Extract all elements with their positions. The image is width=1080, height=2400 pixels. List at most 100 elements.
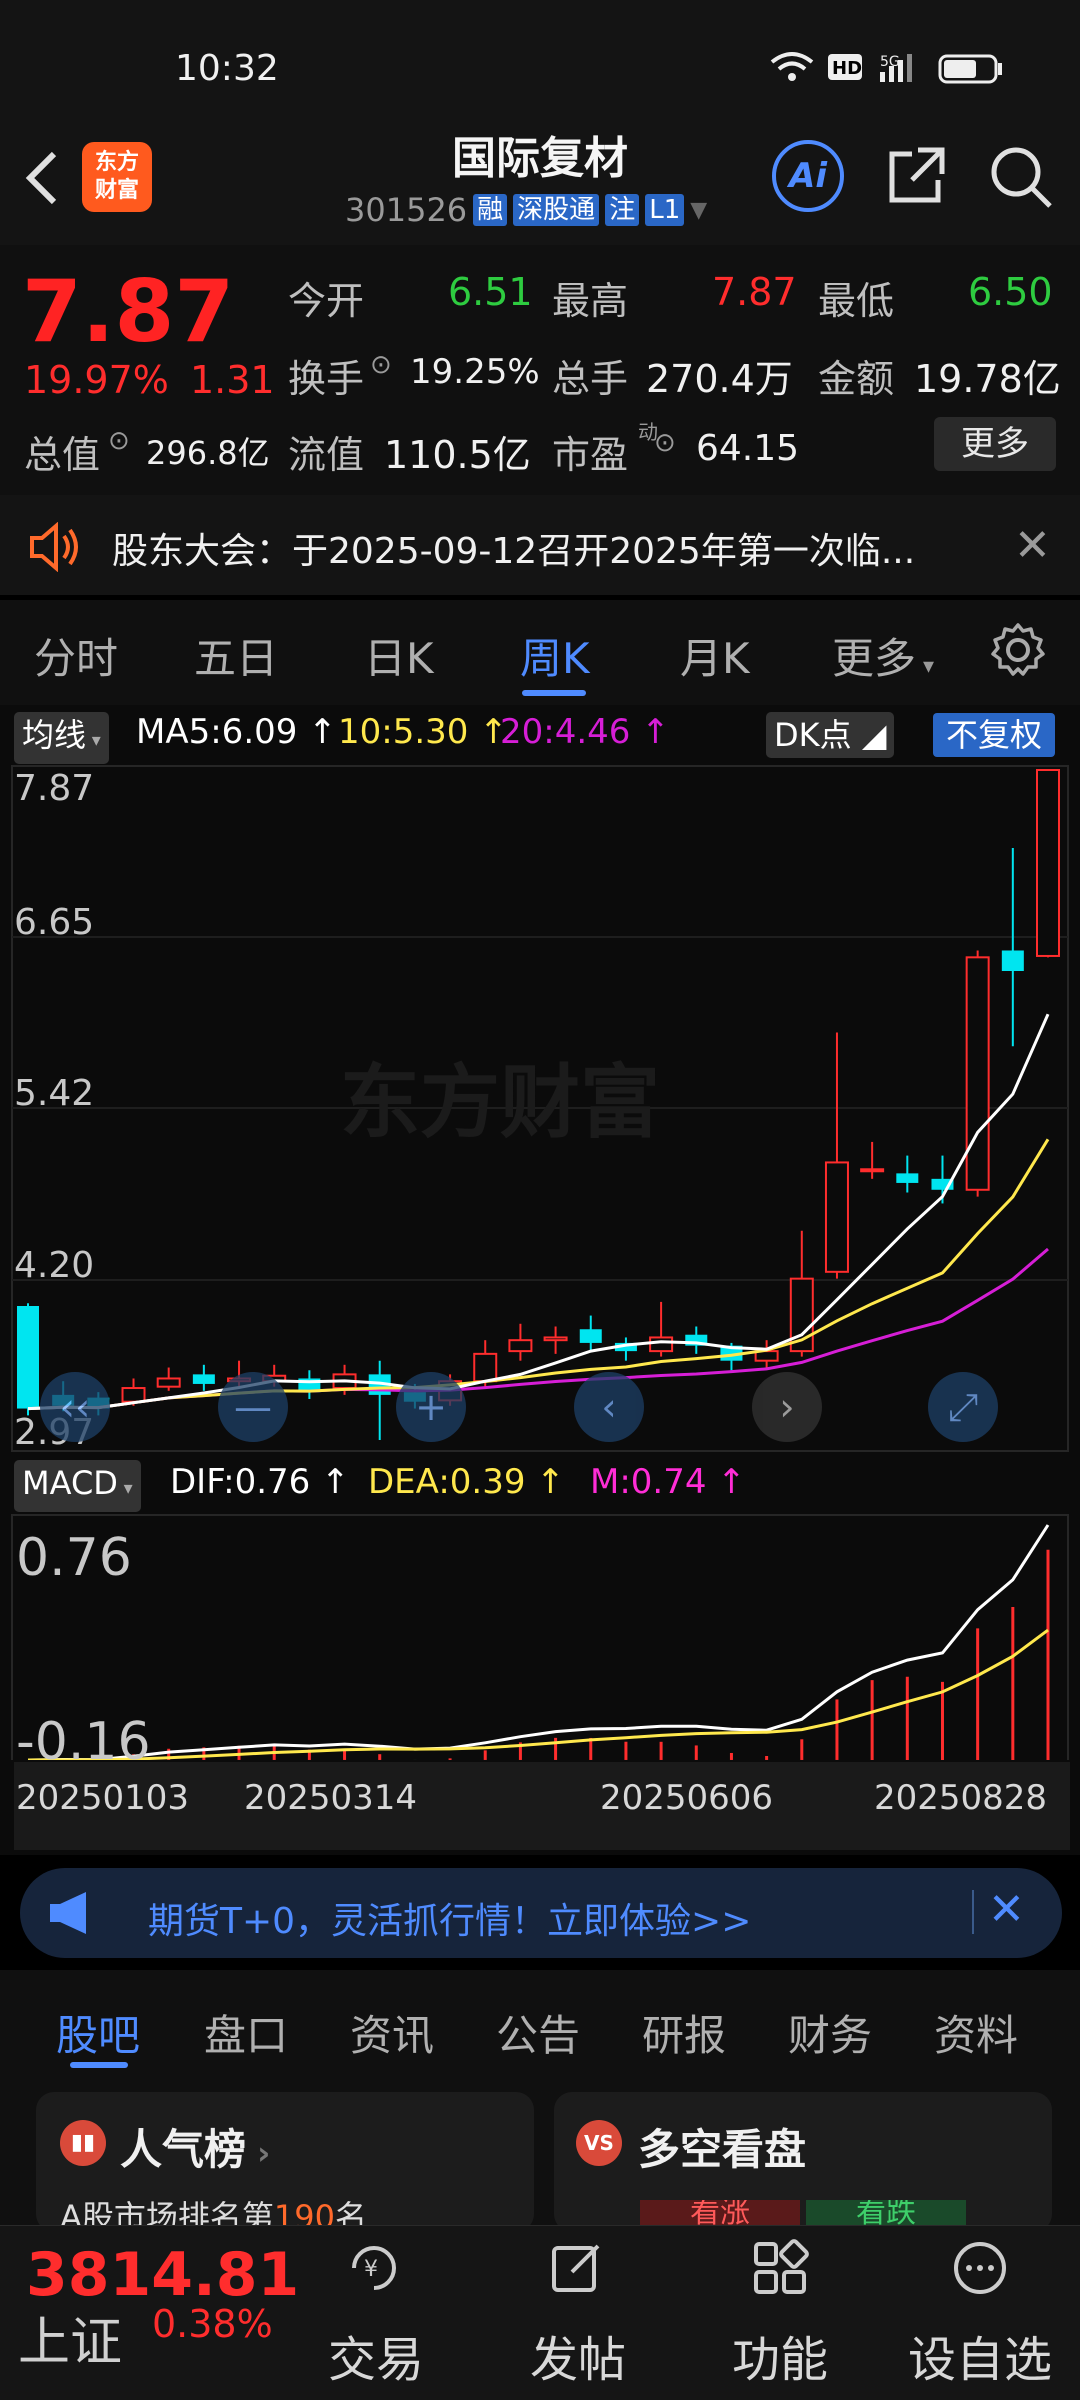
zoom-out-icon[interactable]: ‹‹: [40, 1372, 110, 1442]
amount-label: 金额: [818, 357, 895, 401]
popularity-title: 人气榜 ›: [120, 2125, 271, 2174]
candle: [192, 1374, 215, 1384]
tag-margin: 融: [473, 194, 508, 226]
grid-icon[interactable]: [750, 2238, 810, 2298]
kline-chart[interactable]: 东方财富: [0, 760, 1080, 1760]
amount-value: 19.78亿: [914, 357, 1061, 401]
more-button[interactable]: 更多: [934, 417, 1056, 471]
plus-icon[interactable]: +: [396, 1372, 466, 1442]
tab-research[interactable]: 研报: [642, 2002, 726, 2063]
info-icon[interactable]: ⊙: [370, 350, 392, 380]
open-label: 今开: [288, 279, 365, 323]
high-value: 7.87: [712, 270, 797, 314]
back-icon[interactable]: [22, 148, 62, 208]
date-label: 20250828: [874, 1778, 1048, 1818]
svg-text:HD: HD: [832, 58, 862, 79]
low-label: 最低: [818, 279, 895, 323]
tab-news[interactable]: 资讯: [350, 2002, 434, 2063]
more-dots-icon[interactable]: [950, 2238, 1010, 2298]
ma-selector[interactable]: 均线 ▾: [14, 712, 109, 764]
nav-custom[interactable]: 设自选: [892, 2320, 1068, 2390]
active-tab-indicator: [70, 2062, 128, 2068]
bearish-button[interactable]: 看跌: [806, 2200, 966, 2225]
watermark: 东方财富: [340, 1056, 660, 1149]
candle: [156, 1377, 181, 1388]
nav-post[interactable]: 发帖: [518, 2320, 638, 2390]
search-icon[interactable]: [988, 144, 1054, 210]
fullscreen-icon[interactable]: ⤢: [928, 1372, 998, 1442]
svg-text:¥: ¥: [364, 2257, 378, 2282]
minus-icon[interactable]: —: [218, 1372, 288, 1442]
tab-weekly-k[interactable]: 周K: [520, 625, 590, 686]
dif-label: DIF:0.76 ↑: [170, 1462, 350, 1502]
bullish-button[interactable]: 看涨: [640, 2200, 800, 2225]
y-label-2: 6.65: [14, 902, 95, 943]
candle: [1036, 769, 1060, 957]
tag-level: L1: [645, 194, 685, 226]
megaphone-icon: [50, 1892, 86, 1934]
high-label: 最高: [552, 279, 629, 323]
mcap-label: 总值: [24, 433, 101, 477]
status-time: 10:32: [175, 48, 279, 89]
macd-y-max: 0.76: [16, 1528, 132, 1588]
ai-button[interactable]: Ai: [772, 140, 844, 212]
m-label: M:0.74 ↑: [590, 1462, 746, 1502]
dk-point-toggle[interactable]: DK点 ◢: [766, 712, 895, 758]
candle: [473, 1352, 498, 1383]
share-icon[interactable]: [884, 144, 948, 208]
tab-finance[interactable]: 财务: [788, 2002, 872, 2063]
active-tab-indicator: [522, 690, 586, 696]
candle: [896, 1173, 919, 1183]
status-icons: HD 5G: [770, 52, 1002, 84]
trade-icon[interactable]: ¥: [344, 2238, 404, 2298]
post-icon[interactable]: [548, 2238, 608, 2298]
stock-name: 国际复材: [452, 133, 628, 184]
close-icon[interactable]: ✕: [988, 1884, 1025, 1935]
info-icon[interactable]: ⊙: [108, 426, 130, 456]
candle: [1001, 950, 1024, 971]
adjust-toggle[interactable]: 不复权: [933, 713, 1055, 757]
close-icon[interactable]: ✕: [1014, 520, 1051, 571]
tab-minute[interactable]: 分时: [34, 625, 118, 686]
rank-icon: ▮▮: [60, 2120, 106, 2166]
notice-text[interactable]: 股东大会：于2025-09-12召开2025年第一次临...: [112, 522, 915, 574]
macd-selector[interactable]: MACD ▾: [14, 1460, 141, 1512]
info-icon[interactable]: ⊙: [654, 428, 676, 458]
ma10-label: 10:5.30 ↑: [338, 712, 508, 752]
volume-label: 总手: [552, 357, 629, 401]
tag-registered: 注: [605, 194, 640, 226]
turnover-label: 换手: [288, 357, 365, 401]
tab-guba[interactable]: 股吧: [56, 2002, 140, 2063]
tab-five-day[interactable]: 五日: [194, 625, 278, 686]
chevron-down-icon: ▼: [690, 197, 708, 223]
open-value: 6.51: [448, 270, 533, 314]
date-label: 20250314: [244, 1778, 418, 1818]
chevron-right-icon[interactable]: ›: [752, 1372, 822, 1442]
nav-trade[interactable]: 交易: [316, 2320, 436, 2390]
pe-label: 市盈: [552, 433, 629, 477]
candle: [824, 1161, 849, 1273]
tab-profile[interactable]: 资料: [934, 2002, 1018, 2063]
candle: [860, 1168, 885, 1173]
vs-icon: VS: [576, 2120, 622, 2166]
tab-more[interactable]: 更多 ▾: [832, 625, 934, 686]
date-label: 20250103: [16, 1778, 190, 1818]
change-percent: 19.97%: [24, 358, 169, 402]
nav-functions[interactable]: 功能: [720, 2320, 840, 2390]
promo-text[interactable]: 期货T+0，灵活抓行情！立即体验>>: [148, 1892, 751, 1944]
tab-monthly-k[interactable]: 月K: [680, 625, 750, 686]
gear-icon[interactable]: [990, 622, 1046, 678]
tab-announcements[interactable]: 公告: [496, 2002, 580, 2063]
mcap-value: 296.8亿: [146, 434, 270, 472]
candle: [649, 1336, 674, 1353]
app-logo: 东方 财富: [82, 142, 152, 212]
candle: [543, 1336, 568, 1342]
divider: [972, 1890, 974, 1934]
tag-connect: 深股通: [513, 194, 600, 226]
dea-label: DEA:0.39 ↑: [368, 1462, 565, 1502]
tab-pankou[interactable]: 盘口: [204, 2002, 288, 2063]
index-name[interactable]: 上证: [18, 2300, 122, 2375]
index-change[interactable]: 0.38%: [152, 2302, 273, 2346]
chevron-left-icon[interactable]: ‹: [574, 1372, 644, 1442]
tab-daily-k[interactable]: 日K: [364, 625, 434, 686]
